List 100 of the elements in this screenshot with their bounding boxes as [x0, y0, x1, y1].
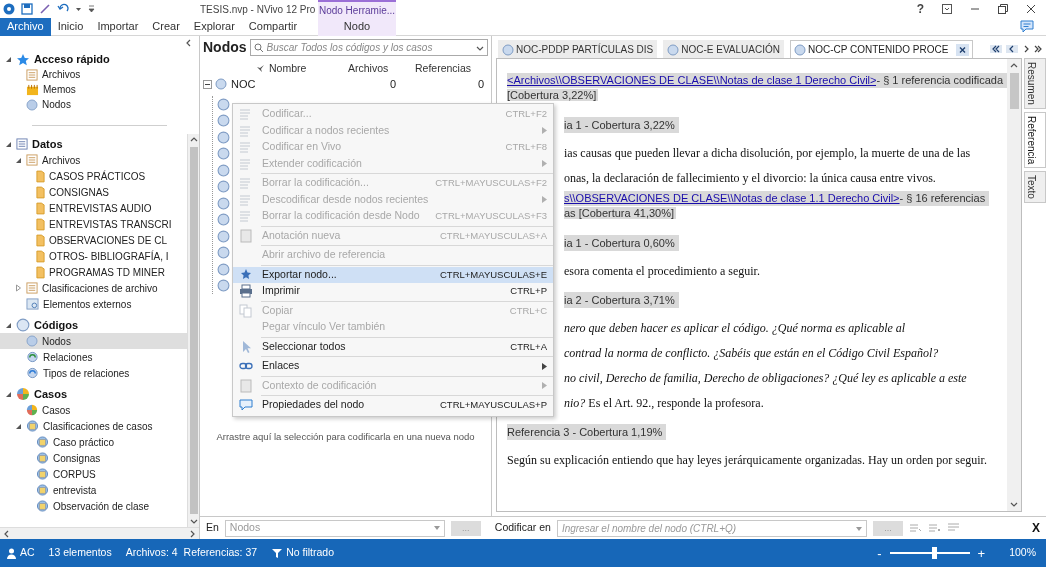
scroll-up-icon[interactable] [1010, 62, 1018, 70]
first-page-icon[interactable] [992, 45, 1000, 53]
node-circle-icon [217, 130, 230, 144]
next-icon[interactable] [1022, 45, 1030, 53]
classification-icon [36, 484, 49, 496]
tree-item[interactable]: CONSIGNAS [0, 184, 187, 200]
scroll-thumb[interactable] [189, 147, 198, 514]
collapse-pane-icon[interactable] [185, 39, 193, 47]
node-name-field[interactable]: Ingresar el nombre del nodo (CTRL+Q) [556, 519, 867, 537]
document-tab[interactable]: NOC-PDDP PARTÍCULAS DIS [498, 40, 658, 58]
zoom-slider-thumb[interactable] [931, 547, 937, 559]
side-tab[interactable]: Referencia [1024, 111, 1046, 169]
folder-icon [36, 185, 45, 199]
close-tab-icon[interactable] [956, 43, 970, 56]
triangle-icon[interactable] [15, 422, 22, 430]
previous-icon[interactable] [1008, 45, 1016, 53]
menu-item[interactable]: Exportar nodo... CTRL+MAYUSCULAS+E [233, 266, 553, 283]
triangle-icon[interactable] [5, 140, 12, 148]
zoom-out-button[interactable]: - [877, 546, 882, 560]
side-tab[interactable]: Texto [1024, 171, 1046, 204]
document-tab[interactable]: NOC-E EVALUACIÓN [663, 40, 784, 58]
tree-item[interactable]: Memos [0, 82, 199, 97]
scroll-down-icon[interactable] [1010, 500, 1018, 508]
tree-item[interactable]: Nodos [0, 333, 187, 349]
ribbon-tab[interactable]: Importar [90, 17, 146, 36]
menu-item[interactable]: Seleccionar todos CTRL+A [233, 338, 553, 355]
vertical-scrollbar[interactable] [1007, 59, 1021, 511]
reference-count: Referencias: 37 [183, 545, 258, 561]
document-tab[interactable]: NOC-CP CONTENIDO PROCE [790, 40, 974, 58]
pane-title: Nodos [203, 37, 247, 57]
tree-item[interactable]: Nodos [0, 97, 199, 112]
search-field[interactable]: Buscar Todos los códigos y los casos [249, 38, 488, 56]
tree-item[interactable]: Códigos [0, 317, 187, 333]
ribbon-tab[interactable]: Compartir [241, 17, 305, 36]
column-header[interactable]: Archivos [344, 61, 409, 77]
scroll-up-icon[interactable] [189, 136, 198, 144]
pencil-icon[interactable] [39, 3, 51, 15]
tree-item[interactable]: OTROS- BIBLIOGRAFÍA, I [0, 248, 187, 264]
menu-item[interactable]: Propiedades del nodo CTRL+MAYUSCULAS+P [233, 397, 553, 414]
tree-item[interactable]: Acceso rápido [0, 52, 199, 67]
tree-item[interactable]: OBSERVACIONES DE CL [0, 232, 187, 248]
zoom-in-button[interactable]: + [977, 546, 986, 560]
pie-icon [16, 387, 30, 401]
star-icon [16, 52, 30, 67]
comment-icon[interactable] [1020, 20, 1034, 33]
tree-item[interactable]: Clasificaciones de casos [0, 418, 187, 434]
tree-item[interactable]: PROGRAMAS TD MINER [0, 264, 187, 280]
classification-icon [36, 452, 49, 464]
folder-icon [36, 169, 45, 183]
minus-box-icon[interactable] [203, 79, 212, 89]
tree-item[interactable]: Elementos externos [0, 296, 187, 312]
tree-item[interactable]: Clasificaciones de archivo [0, 280, 187, 296]
side-tab[interactable]: Resumen [1024, 58, 1046, 109]
tree-item[interactable]: Casos [0, 386, 187, 402]
source-link[interactable]: s\\OBSERVACIONES DE CLASE\\Notas de clase 1.1 Derecho Civil> [564, 191, 900, 206]
scroll-left-icon[interactable] [3, 529, 11, 538]
tree-item[interactable]: CORPUS [0, 466, 187, 482]
triangle-icon[interactable] [5, 56, 12, 63]
tree-item[interactable]: Archivos [0, 152, 187, 168]
tree-item[interactable]: ENTREVISTAS AUDIO [0, 200, 187, 216]
tree-item[interactable]: entrevista [0, 482, 187, 498]
ribbon-display-icon[interactable] [942, 4, 952, 14]
lines-icon [239, 192, 253, 207]
triangle-icon[interactable] [5, 321, 12, 329]
vertical-scrollbar[interactable] [187, 134, 199, 527]
horizontal-scrollbar[interactable] [0, 527, 199, 539]
column-header[interactable]: Referencias [409, 61, 472, 77]
scroll-right-icon[interactable] [188, 529, 196, 538]
help-button[interactable]: ? [916, 0, 924, 18]
tree-item[interactable]: Archivos [0, 67, 199, 82]
ribbon-tab[interactable]: Archivo [0, 17, 51, 36]
tree-item[interactable]: Consignas [0, 450, 187, 466]
menu-item[interactable]: Imprimir CTRL+P [233, 283, 553, 300]
triangle-icon[interactable] [15, 156, 22, 164]
tree-item[interactable]: ENTREVISTAS TRANSCRI [0, 216, 187, 232]
tree-item[interactable]: Observación de clase [0, 498, 187, 514]
ribbon-tab[interactable]: Crear [145, 17, 187, 36]
last-page-icon[interactable] [1034, 45, 1042, 53]
scroll-down-icon[interactable] [189, 517, 198, 525]
column-header[interactable]: Nombre [269, 61, 344, 77]
reference-heading: ia 1 - Cobertura 0,60% [564, 235, 679, 251]
tree-item[interactable]: CASOS PRÁCTICOS [0, 168, 187, 184]
save-icon[interactable] [21, 3, 33, 15]
close-icon[interactable] [1026, 4, 1036, 14]
circle-icon [26, 335, 38, 347]
tree-item[interactable]: Caso práctico [0, 434, 187, 450]
triangle-icon[interactable] [5, 390, 12, 398]
tree-item[interactable]: Datos [0, 136, 187, 152]
ribbon-tab[interactable]: Explorar [186, 17, 242, 36]
close-button[interactable]: X [1032, 519, 1040, 537]
tree-item[interactable]: Tipos de relaciones [0, 365, 187, 381]
tree-item[interactable]: Casos [0, 402, 187, 418]
tree-item[interactable]: Relaciones [0, 349, 187, 365]
scroll-thumb[interactable] [1009, 73, 1019, 109]
ribbon-tab[interactable]: Inicio [50, 17, 91, 36]
menu-item[interactable]: Enlaces [233, 358, 553, 375]
source-link[interactable]: <Archivos\\OBSERVACIONES DE CLASE\\Notas de clase 1 Derecho Civil> [507, 73, 877, 88]
customize-arrow-icon[interactable] [88, 3, 95, 15]
zoom-slider[interactable] [889, 547, 970, 559]
restore-icon[interactable] [998, 4, 1008, 14]
